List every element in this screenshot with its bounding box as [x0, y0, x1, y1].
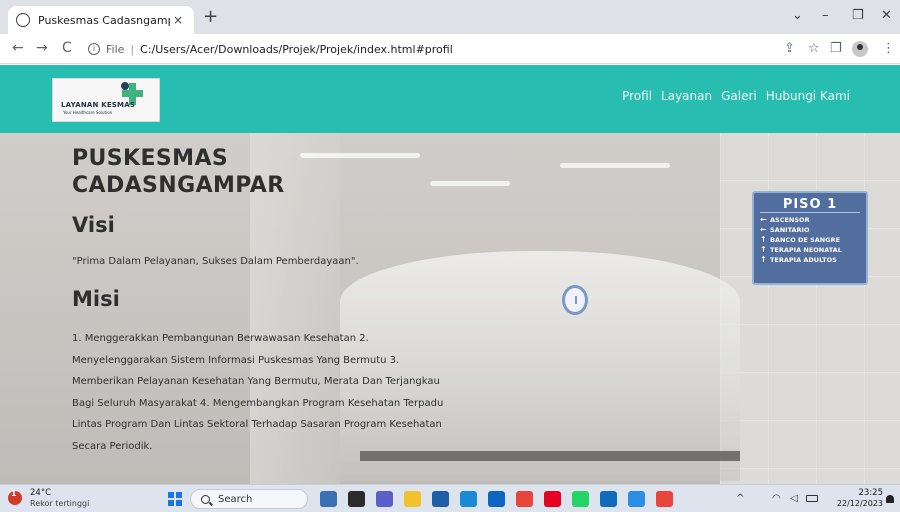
nav-layanan[interactable]: Layanan	[661, 89, 712, 103]
side-panel-icon[interactable]: ❐	[830, 41, 842, 56]
share-icon[interactable]: ⇪	[784, 41, 795, 56]
info-icon[interactable]: i	[88, 43, 100, 55]
weather-description[interactable]: Rekor tertinggi	[30, 499, 89, 508]
teams-app-icon[interactable]	[376, 491, 393, 507]
chrome-app-icon[interactable]	[516, 491, 533, 507]
widgets-app-icon[interactable]	[320, 491, 337, 507]
file-explorer-app-icon[interactable]	[404, 491, 421, 507]
notification-bell-icon[interactable]	[886, 495, 894, 503]
logo-title: LAYANAN KESMAS	[61, 101, 136, 109]
chrome-2-app-icon[interactable]	[656, 491, 673, 507]
logo-figure-icon	[121, 82, 129, 90]
misi-heading: Misi	[72, 287, 120, 311]
wifi-icon[interactable]: ◠	[772, 493, 781, 504]
url-separator: |	[130, 42, 135, 56]
more-menu-icon[interactable]: ⋮	[882, 41, 895, 56]
nav-galeri[interactable]: Galeri	[721, 89, 757, 103]
globe-icon	[16, 13, 30, 27]
store-app-icon[interactable]	[432, 491, 449, 507]
main-nav: Profil Layanan Galeri Hubungi Kami	[622, 89, 850, 103]
volume-icon[interactable]: ◁	[790, 493, 798, 504]
logo-subtitle: Your Healthcare Solution	[63, 110, 113, 115]
taskbar-search[interactable]: Search	[190, 489, 308, 509]
misi-text: 1. Menggerakkan Pembangunan Berwawasan K…	[72, 333, 444, 452]
reload-button[interactable]: C	[62, 40, 72, 56]
restore-button[interactable]: ❐	[852, 8, 864, 23]
new-tab-button[interactable]: +	[203, 8, 218, 26]
url-scheme: File	[106, 42, 125, 56]
vscode-app-icon[interactable]	[628, 491, 645, 507]
search-icon	[201, 494, 210, 504]
visi-heading: Visi	[72, 213, 115, 237]
windows-start-icon[interactable]	[168, 492, 182, 506]
visi-text: "Prima Dalam Pelayanan, Sukses Dalam Pem…	[72, 256, 359, 267]
forward-button[interactable]: →	[36, 40, 48, 56]
store-2-app-icon[interactable]	[488, 491, 505, 507]
pinterest-app-icon[interactable]	[544, 491, 561, 507]
bookmark-star-icon[interactable]: ☆	[808, 41, 820, 56]
taskbar-date[interactable]: 22/12/2023	[836, 499, 883, 508]
whatsapp-app-icon[interactable]	[572, 491, 589, 507]
close-window-button[interactable]: ✕	[881, 8, 892, 23]
profile-hero: PISO 1 ← ASCENSOR ← SANITARIO ↑ BANCO DE SA…	[0, 133, 900, 484]
tab-close-button[interactable]: ×	[170, 13, 186, 27]
url-text: C:/Users/Acer/Downloads/Projek/Projek/in…	[140, 42, 453, 56]
browser-tab-strip: Puskesmas Cadasngampar × + ⌄ – ❐ ✕	[0, 0, 900, 34]
browser-tab[interactable]: Puskesmas Cadasngampar ×	[8, 6, 194, 34]
tab-title: Puskesmas Cadasngampar	[38, 13, 170, 27]
edge-app-icon[interactable]	[460, 491, 477, 507]
tab-search-icon[interactable]: ⌄	[792, 8, 803, 23]
back-button[interactable]: ←	[12, 40, 24, 56]
nav-hubungi-kami[interactable]: Hubungi Kami	[766, 89, 850, 103]
browser-toolbar: ← → C i File | C:/Users/Acer/Downloads/P…	[0, 34, 900, 64]
site-logo[interactable]: LAYANAN KESMAS Your Healthcare Solution	[52, 78, 160, 122]
page-title: PUSKESMAS CADASNGAMPAR	[72, 146, 285, 198]
nav-profil[interactable]: Profil	[622, 89, 652, 103]
taskbar: 1 24°C Rekor tertinggi Search ^ ◠ ◁ 23:2…	[0, 484, 900, 512]
tray-overflow-chevron-icon[interactable]: ^	[736, 493, 744, 504]
file-explorer-dark-app-icon[interactable]	[348, 491, 365, 507]
minimize-button[interactable]: –	[822, 8, 829, 23]
profile-avatar-icon[interactable]	[852, 41, 868, 57]
taskbar-time[interactable]: 23:25	[857, 488, 884, 498]
battery-icon[interactable]	[806, 495, 818, 502]
mail-app-icon[interactable]	[600, 491, 617, 507]
site-header: LAYANAN KESMAS Your Healthcare Solution …	[0, 65, 900, 133]
weather-temperature[interactable]: 24°C	[30, 488, 51, 498]
address-bar[interactable]: i File | C:/Users/Acer/Downloads/Projek/…	[88, 38, 748, 60]
